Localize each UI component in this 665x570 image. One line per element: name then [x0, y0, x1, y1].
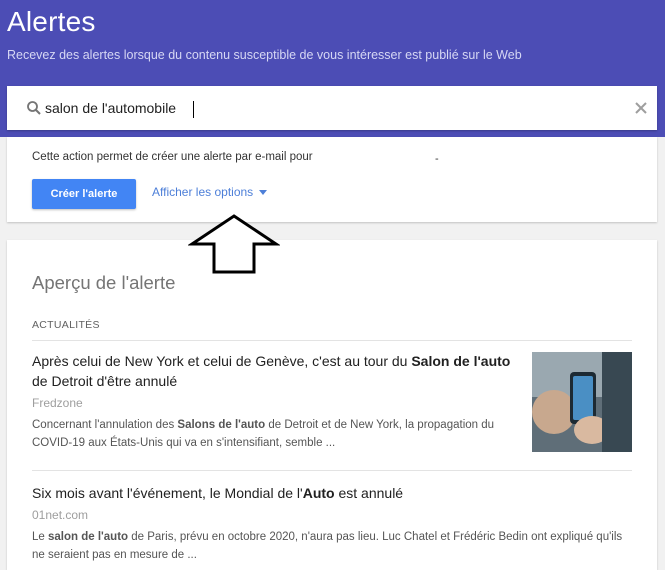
caret-down-icon — [259, 189, 268, 195]
divider — [32, 470, 632, 471]
create-alert-button[interactable]: Créer l'alerte — [32, 179, 136, 209]
news-item-title[interactable]: Six mois avant l'événement, le Mondial d… — [32, 483, 632, 503]
search-input[interactable] — [45, 94, 605, 122]
arrow-up-icon — [188, 214, 280, 274]
news-item-title[interactable]: Après celui de New York et celui de Genè… — [32, 351, 512, 391]
create-alert-card: Cette action permet de créer une alerte … — [7, 137, 657, 222]
app-header: Alertes Recevez des alertes lorsque du c… — [0, 0, 665, 137]
alert-preview-card: Aperçu de l'alerte ACTUALITÉS Après celu… — [7, 240, 657, 570]
news-item-snippet: Le salon de l'auto de Paris, prévu en oc… — [32, 531, 623, 561]
close-icon[interactable] — [633, 100, 649, 116]
news-item: Après celui de New York et celui de Genè… — [32, 351, 512, 452]
news-item-thumbnail[interactable] — [532, 352, 632, 452]
search-box[interactable] — [7, 86, 657, 130]
show-options-label: Afficher les options — [152, 185, 254, 199]
email-placeholder-dash: - — [435, 153, 439, 165]
page-title: Alertes — [7, 6, 96, 37]
create-alert-description: Cette action permet de créer une alerte … — [32, 151, 313, 163]
news-item-source: 01net.com — [32, 508, 89, 522]
page-subtitle: Recevez des alertes lorsque du contenu s… — [7, 48, 522, 62]
show-options-link[interactable]: Afficher les options — [152, 185, 268, 199]
news-item: Six mois avant l'événement, le Mondial d… — [32, 483, 632, 564]
divider — [32, 340, 632, 341]
search-icon — [26, 100, 42, 116]
text-cursor — [193, 101, 194, 118]
section-label-news: ACTUALITÉS — [32, 319, 100, 331]
news-item-snippet: Concernant l'annulation des Salons de l'… — [32, 419, 495, 449]
news-item-source: Fredzone — [32, 396, 83, 410]
preview-title: Aperçu de l'alerte — [32, 272, 176, 293]
